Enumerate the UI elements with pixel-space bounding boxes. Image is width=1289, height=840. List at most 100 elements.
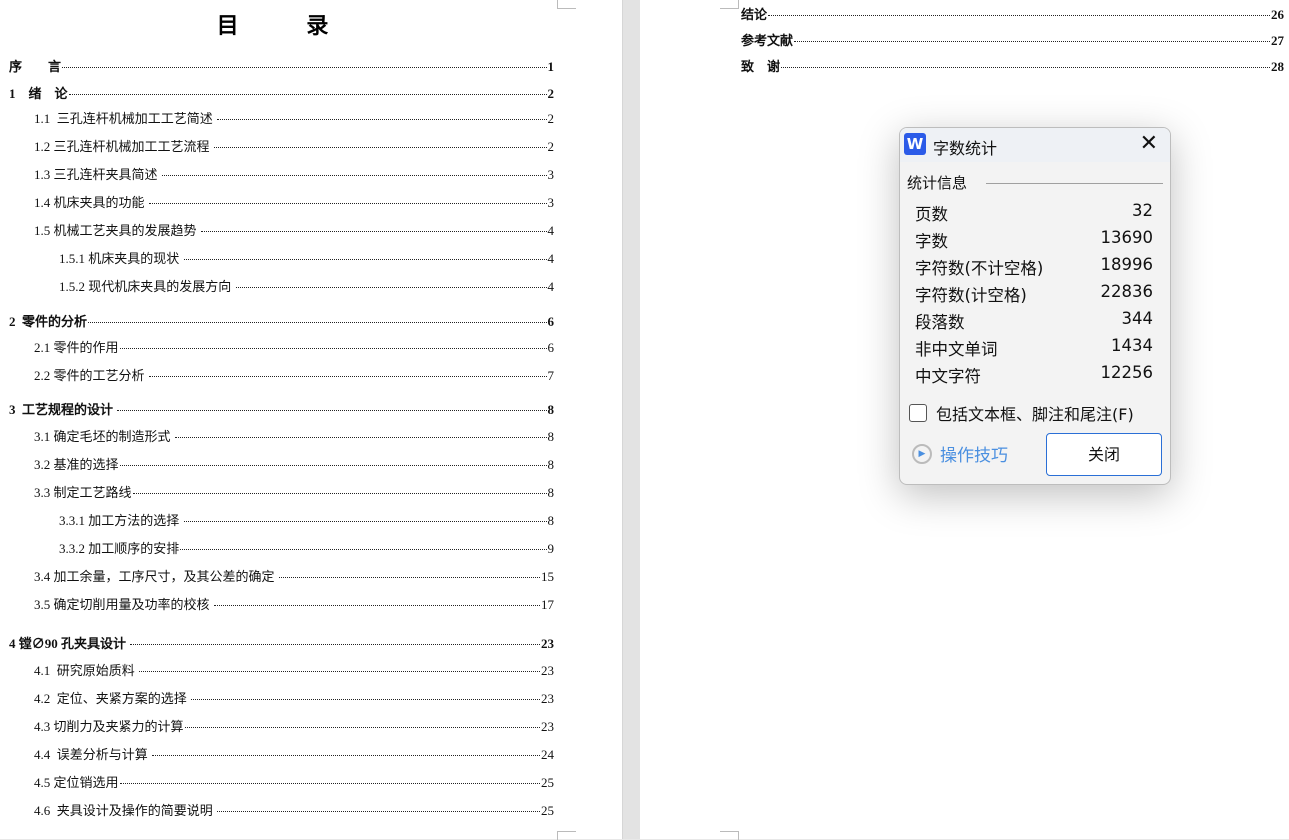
page-corner-mark [720,0,739,9]
toc-page-number: 2 [547,139,555,154]
toc-entry[interactable]: 4.5 定位销选用 25 [34,774,554,792]
toc-page-number: 8 [547,429,555,444]
dot-leader [174,437,547,438]
toc-entry[interactable]: 1.5.2 现代机床夹具的发展方向 4 [59,278,554,296]
dot-leader [200,231,547,232]
dot-leader [119,465,547,466]
toc-entry[interactable]: 3.3.2 加工顺序的安排 9 [59,540,554,558]
dialog-title-bar[interactable]: W 字数统计 ✕ [900,128,1170,162]
toc-entry[interactable]: 3.5 确定切削用量及功率的校核 17 [34,596,554,614]
toc-title: 目 录 [216,14,359,39]
stat-row: 段落数 344 [915,309,1153,333]
toc-entry[interactable]: 4.3 切削力及夹紧力的计算 23 [34,718,554,736]
toc-entry-label: 1.3 三孔连杆夹具简述 [34,167,161,182]
toc-entry-label: 1.1 三孔连杆机械加工工艺简述 [34,111,217,126]
close-button[interactable]: 关闭 [1046,433,1162,476]
toc-page-number: 4 [547,223,555,238]
toc-entry[interactable]: 3.1 确定毛坯的制造形式 8 [34,428,554,446]
toc-page-number: 23 [541,663,554,678]
toc-entry-label: 参考文献 [741,33,794,48]
toc-entry-label: 4.2 定位、夹紧方案的选择 [34,691,191,706]
toc-entry-label: 序 言 [9,59,62,74]
toc-entry[interactable]: 3.2 基准的选择 8 [34,456,554,474]
toc-entry[interactable]: 4.6 夹具设计及操作的简要说明 25 [34,802,554,820]
toc-page-number: 27 [1271,33,1284,48]
dot-leader [119,348,547,349]
toc-entry[interactable]: 结论 26 [741,6,1284,24]
toc-entry[interactable]: 3.3.1 加工方法的选择 8 [59,512,554,530]
dot-leader [161,175,547,176]
toc-entry[interactable]: 1.4 机床夹具的功能 3 [34,194,554,212]
toc-entry[interactable]: 1.1 三孔连杆机械加工工艺简述 2 [34,110,554,128]
toc-page-number: 8 [547,513,555,528]
document-page-left: 目 录 序 言11 绪 论 2 1.1 三孔连杆机械加工工艺简述 2 1.2 三孔连杆… [0,0,622,839]
toc-entry-label: 3.4 加工余量，工序尺寸，及其公差的确定 [34,569,278,584]
dot-leader [768,15,1270,16]
page-gap [622,0,641,839]
toc-page-number: 9 [547,541,555,556]
toc-entry[interactable]: 序 言 1 [9,58,554,76]
toc-entry[interactable]: 1.2 三孔连杆机械加工工艺流程 2 [34,138,554,156]
dot-leader [781,67,1270,68]
stat-value: 344 [1121,309,1154,328]
toc-entry-label: 4.1 研究原始质料 [34,663,139,678]
stat-label: 页数 [915,205,948,224]
toc-entry-label: 4.5 定位销选用 [34,775,119,790]
toc-page-number: 8 [547,485,555,500]
toc-page-number: 25 [541,775,554,790]
stat-label: 段落数 [915,313,965,332]
toc-entry[interactable]: 1.5.1 机床夹具的现状 4 [59,250,554,268]
toc-entry[interactable]: 2.1 零件的作用 6 [34,339,554,357]
toc-entry-label: 3.3.1 加工方法的选择 [59,513,183,528]
toc-entry-label: 4.3 切削力及夹紧力的计算 [34,719,184,734]
stat-row: 中文字符 12256 [915,363,1153,387]
tips-link[interactable]: ▶ 操作技巧 [912,441,1008,466]
dot-leader [183,521,547,522]
toc-page-number: 8 [547,402,555,417]
toc-entry[interactable]: 1.5 机械工艺夹具的发展趋势 4 [34,222,554,240]
stat-label: 非中文单词 [915,340,998,359]
toc-page-number: 3 [547,167,555,182]
dot-leader [180,549,547,550]
toc-entry-label: 4.4 误差分析与计算 [34,747,152,762]
toc-entry[interactable]: 4 镗∅90 孔夹具设计 23 [9,635,554,653]
toc-entry[interactable]: 参考文献 27 [741,32,1284,50]
toc-entry-label: 致 谢 [741,59,781,74]
dot-leader [119,783,540,784]
toc-entry-label: 3.3 制定工艺路线 [34,485,132,500]
stat-row: 字数 13690 [915,228,1153,252]
toc-entry[interactable]: 4.4 误差分析与计算 24 [34,746,554,764]
toc-entry[interactable]: 1.3 三孔连杆夹具简述 3 [34,166,554,184]
dot-leader [213,605,540,606]
toc-page-number: 23 [541,719,554,734]
toc-page-number: 26 [1271,7,1284,22]
toc-entry[interactable]: 4.1 研究原始质料 23 [34,662,554,680]
dot-leader [217,811,540,812]
stat-value: 22836 [1100,282,1154,301]
checkbox-box[interactable] [909,404,927,422]
toc-page-number: 24 [541,747,554,762]
toc-entry-label: 1.5 机械工艺夹具的发展趋势 [34,223,200,238]
include-textbox-footnote-checkbox[interactable]: 包括文本框、脚注和尾注(F) [909,401,1134,425]
play-icon: ▶ [912,443,932,464]
stat-label: 字符数(计空格) [915,286,1027,305]
toc-entry-label: 2 零件的分析 [9,314,88,329]
toc-entry[interactable]: 1 绪 论 2 [9,85,554,103]
dot-leader [213,147,547,148]
close-icon[interactable]: ✕ [1140,131,1158,156]
toc-entry[interactable]: 2 零件的分析 6 [9,313,554,331]
toc-entry-label: 3 工艺规程的设计 [9,402,117,417]
toc-page-number: 6 [547,340,555,355]
toc-page-number: 2 [547,86,555,101]
toc-entry[interactable]: 2.2 零件的工艺分析 7 [34,367,554,385]
stats-group-label: 统计信息 [907,174,968,192]
toc-entry[interactable]: 3.4 加工余量，工序尺寸，及其公差的确定 15 [34,568,554,586]
word-count-dialog: W 字数统计 ✕ 统计信息 包括文本框、脚注和尾注(F) ▶ 操作技巧 关闭 页… [899,127,1171,485]
toc-page-number: 4 [547,279,555,294]
toc-entry[interactable]: 致 谢 28 [741,58,1284,76]
toc-entry[interactable]: 3 工艺规程的设计 8 [9,401,554,419]
toc-entry[interactable]: 3.3 制定工艺路线 8 [34,484,554,502]
toc-entry[interactable]: 4.2 定位、夹紧方案的选择 23 [34,690,554,708]
tips-label: 操作技巧 [940,446,1008,466]
dialog-title: 字数统计 [933,139,998,158]
